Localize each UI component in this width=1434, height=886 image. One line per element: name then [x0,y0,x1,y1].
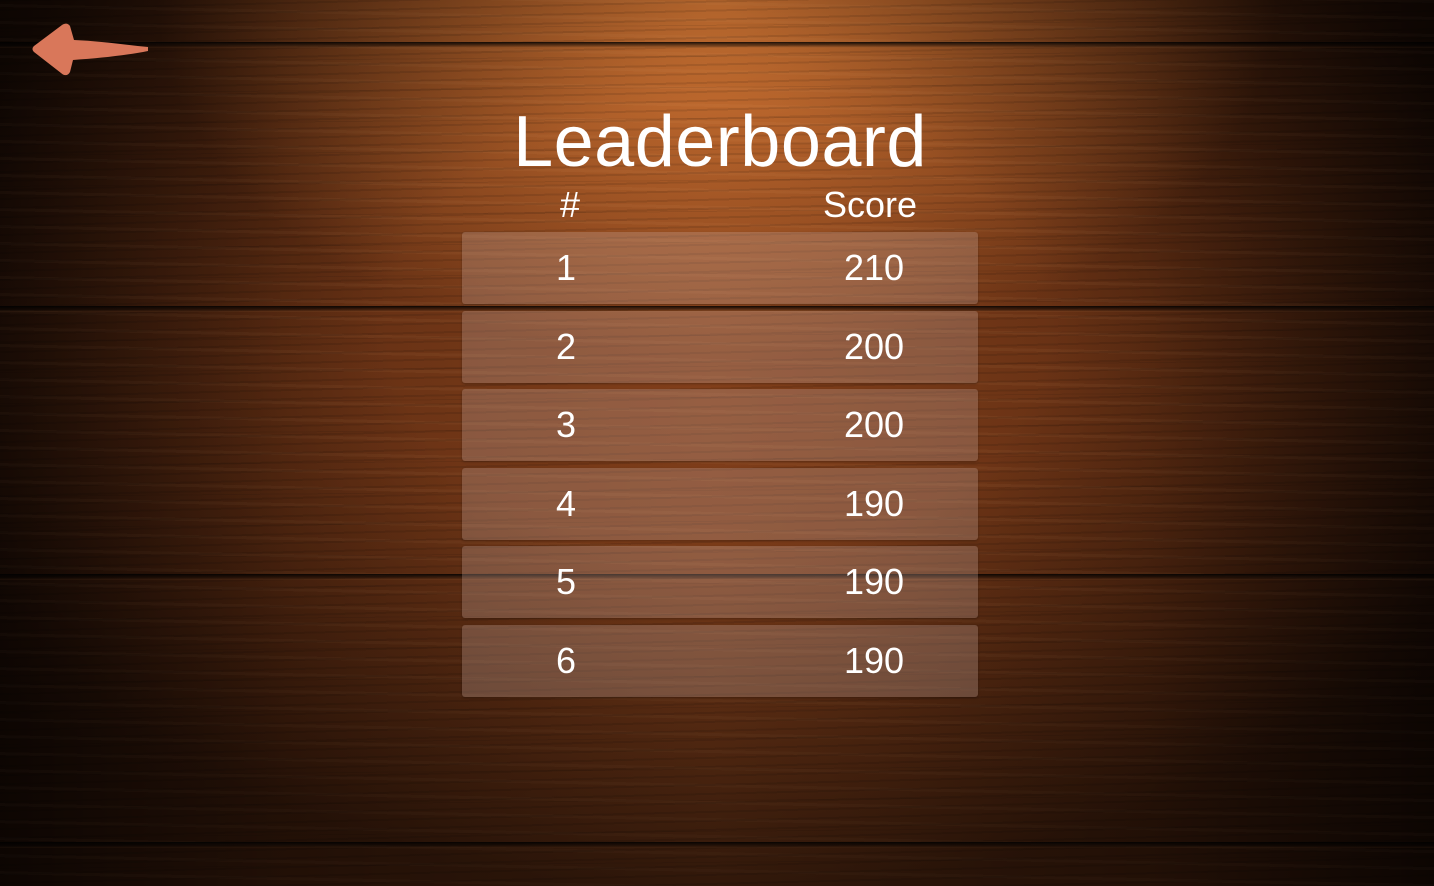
leaderboard-row: 4 190 [462,467,978,540]
score-cell: 200 [843,325,905,367]
leaderboard-row: 3 200 [462,389,978,462]
score-cell: 200 [843,404,905,446]
leaderboard-row: 5 190 [462,546,978,619]
score-cell: 210 [843,247,905,288]
back-button[interactable] [30,22,152,80]
leaderboard-row: 2 200 [462,310,978,383]
score-cell: 190 [843,482,905,524]
rank-cell: 1 [555,247,577,288]
rank-cell: 5 [555,561,577,603]
rank-cell: 4 [555,482,577,524]
rank-cell: 6 [555,639,577,681]
page-title: Leaderboard [513,102,927,182]
score-cell: 190 [843,561,905,603]
rank-cell: 2 [555,325,577,367]
leaderboard-list: 1 210 2 200 3 200 4 190 5 190 6 190 [462,232,978,704]
table-header: # Score [462,182,978,228]
leaderboard-row: 6 190 [462,624,978,697]
leaderboard-row: 1 210 [462,232,978,304]
rank-column-header: # [559,184,581,225]
score-column-header: Score [822,184,918,225]
rank-cell: 3 [555,404,577,446]
score-cell: 190 [843,639,905,681]
arrow-left-icon [32,23,148,76]
